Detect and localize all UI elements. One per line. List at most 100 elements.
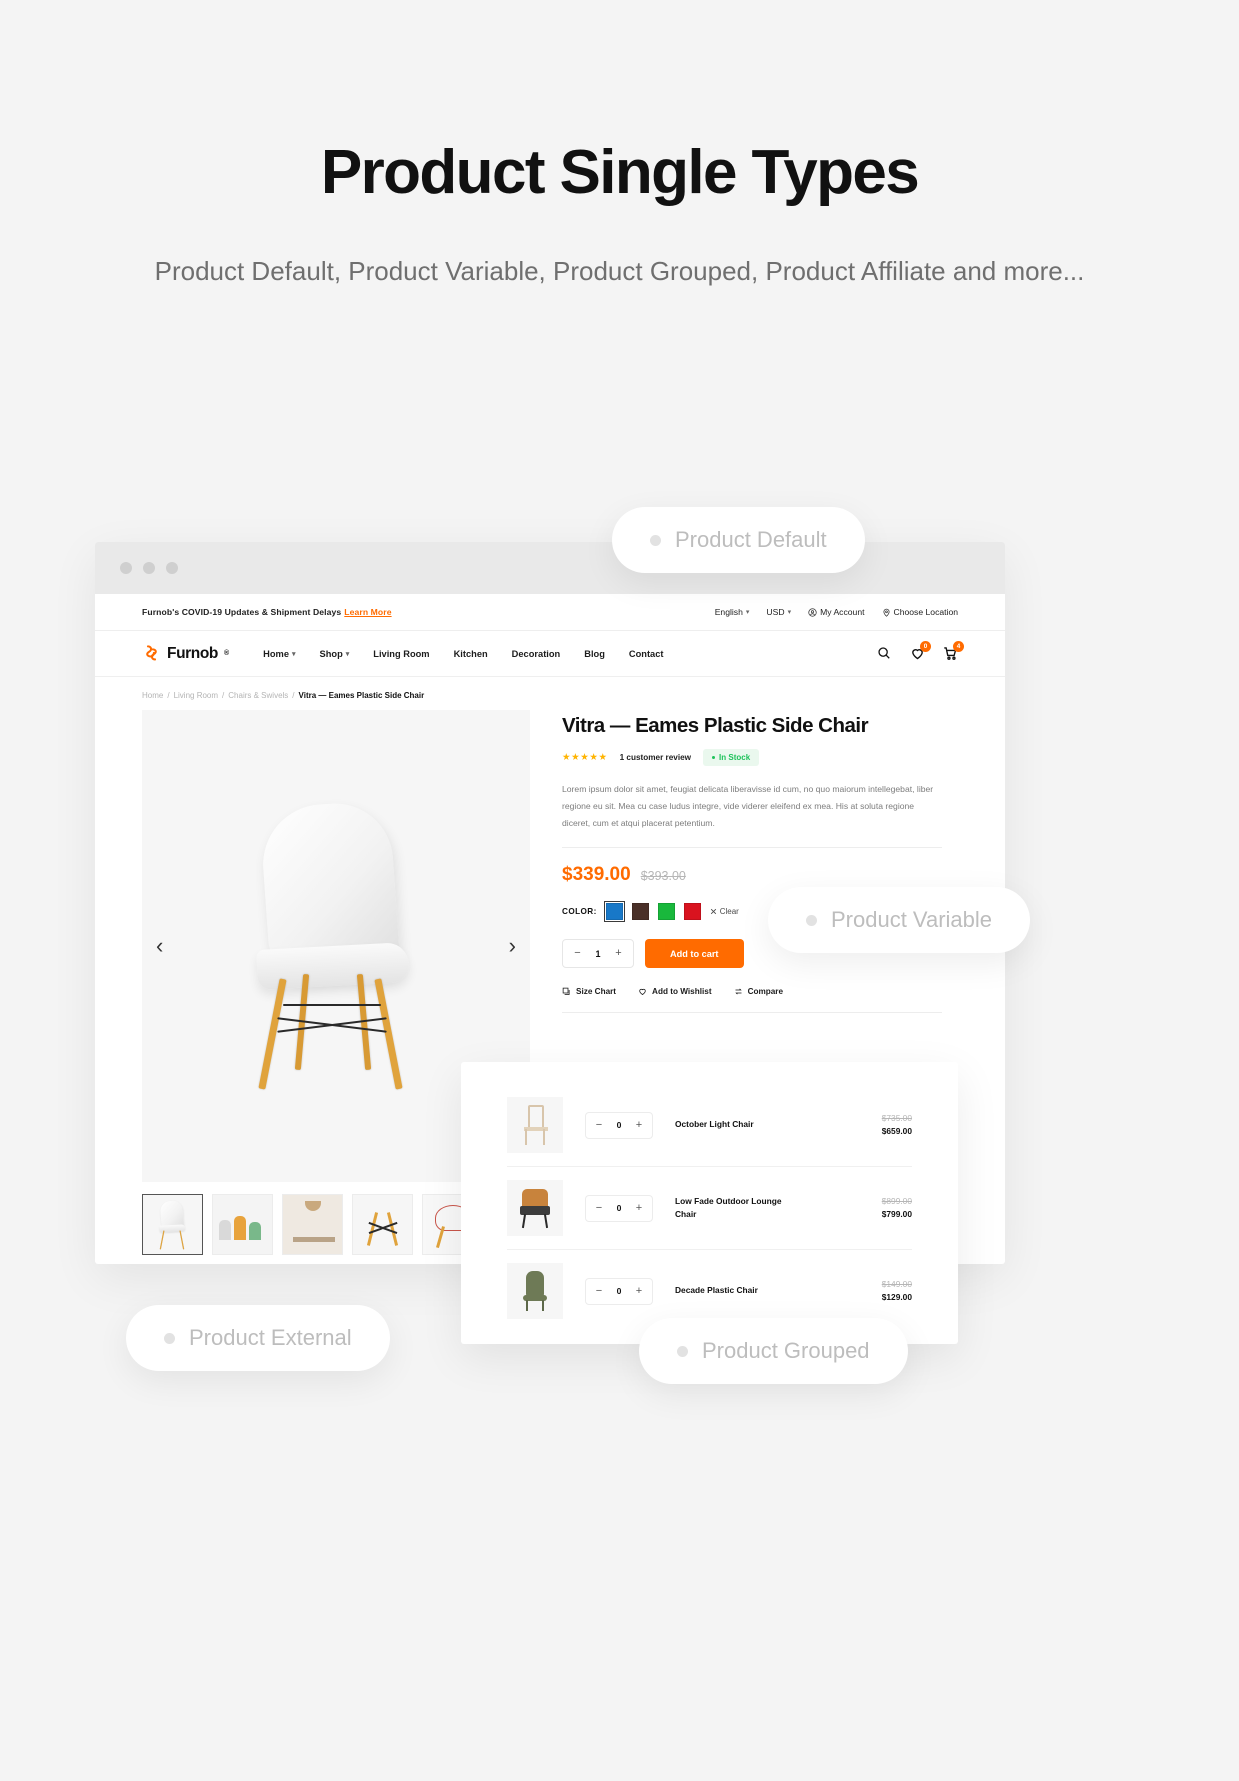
grouped-product-price: $149.00 $129.00: [882, 1278, 912, 1303]
window-maximize-dot[interactable]: [166, 562, 178, 574]
color-swatch-red[interactable]: [683, 903, 701, 921]
color-swatch-blue[interactable]: [603, 900, 626, 923]
quantity-increase-button[interactable]: +: [609, 948, 628, 959]
label-pill-product-external[interactable]: Product External: [126, 1305, 390, 1371]
currency-selector[interactable]: USD ▾: [766, 607, 791, 617]
compare-button[interactable]: Compare: [734, 987, 784, 997]
nav-label: Home: [263, 648, 289, 659]
clear-color-button[interactable]: Clear: [710, 907, 739, 916]
gallery-prev-arrow[interactable]: ‹: [156, 935, 163, 957]
my-account-label: My Account: [820, 607, 865, 617]
breadcrumb: Home / Living Room / Chairs & Swivels / Vitra …: [95, 677, 1005, 710]
language-selector[interactable]: English ▾: [715, 607, 750, 617]
grouped-product-name[interactable]: October Light Chair: [675, 1118, 803, 1131]
grouped-product-price: $735.00 $659.00: [882, 1112, 912, 1137]
gallery-thumbnail[interactable]: [282, 1194, 343, 1255]
nav-item-home[interactable]: Home ▾: [263, 649, 295, 659]
pill-label: Product Default: [675, 527, 827, 552]
breadcrumb-item-home[interactable]: Home: [142, 691, 163, 700]
gallery-thumbnail[interactable]: [352, 1194, 413, 1255]
grouped-quantity-stepper: − 0 +: [585, 1111, 653, 1139]
window-minimize-dot[interactable]: [143, 562, 155, 574]
grouped-price-original: $149.00: [881, 1279, 912, 1290]
compare-label: Compare: [747, 987, 784, 997]
grouped-product-thumbnail[interactable]: [507, 1097, 563, 1153]
grouped-quantity-value[interactable]: 0: [608, 1286, 630, 1296]
language-label: English: [714, 607, 743, 617]
price-current: $339.00: [562, 864, 631, 886]
breadcrumb-item-living-room[interactable]: Living Room: [174, 691, 218, 700]
breadcrumb-item-chairs[interactable]: Chairs & Swivels: [228, 691, 288, 700]
size-chart-button[interactable]: Size Chart: [562, 987, 616, 996]
choose-location-link[interactable]: Choose Location: [882, 607, 958, 617]
label-pill-product-default[interactable]: Product Default: [612, 507, 865, 573]
search-icon[interactable]: [877, 646, 892, 661]
clear-label: Clear: [719, 907, 739, 917]
grouped-quantity-value[interactable]: 0: [608, 1120, 630, 1130]
learn-more-link[interactable]: Learn More: [344, 607, 391, 617]
nav-item-living-room[interactable]: Living Room: [373, 649, 429, 659]
rating-stars: ★★★★★: [562, 752, 608, 763]
grouped-quantity-increase[interactable]: +: [630, 1285, 648, 1297]
page-subtitle: Product Default, Product Variable, Produ…: [154, 256, 1085, 287]
my-account-link[interactable]: My Account: [808, 607, 865, 617]
add-to-wishlist-label: Add to Wishlist: [652, 987, 712, 997]
window-close-dot[interactable]: [120, 562, 132, 574]
quantity-value[interactable]: 1: [587, 949, 609, 959]
page-title: Product Single Types: [320, 138, 920, 207]
product-meta: ★★★★★ 1 customer review In Stock: [562, 749, 958, 766]
product-action-links: Size Chart Add to Wishlist Compare: [562, 987, 942, 1014]
nav-item-decoration[interactable]: Decoration: [512, 649, 561, 659]
review-count-link[interactable]: 1 customer review: [620, 753, 691, 762]
grouped-price-original: $899.00: [881, 1196, 912, 1207]
quantity-decrease-button[interactable]: −: [568, 948, 587, 959]
grouped-quantity-decrease[interactable]: −: [590, 1285, 608, 1297]
pill-dot-icon: [164, 1332, 175, 1344]
grouped-price-current: $659.00: [881, 1126, 912, 1136]
add-to-cart-button[interactable]: Add to cart: [645, 939, 744, 969]
grouped-quantity-decrease[interactable]: −: [590, 1119, 608, 1131]
breadcrumb-separator: /: [292, 691, 295, 700]
gallery-thumbnail[interactable]: [212, 1194, 273, 1255]
size-chart-label: Size Chart: [576, 987, 617, 997]
label-pill-product-grouped[interactable]: Product Grouped: [639, 1318, 908, 1384]
heart-icon: [639, 989, 646, 996]
status-badge: In Stock: [703, 749, 760, 766]
page-root: Product Single Types Product Default, Pr…: [0, 0, 1239, 1781]
nav-item-blog[interactable]: Blog: [584, 649, 605, 659]
product-title: Vitra — Eames Plastic Side Chair: [562, 714, 869, 737]
color-label: COLOR:: [562, 907, 597, 917]
pill-dot-icon: [806, 914, 817, 926]
grouped-quantity-increase[interactable]: +: [630, 1119, 648, 1131]
grouped-price-current: $799.00: [881, 1209, 912, 1219]
gallery-thumbnail[interactable]: [142, 1194, 203, 1255]
grouped-product-name[interactable]: Low Fade Outdoor Lounge Chair: [675, 1195, 803, 1221]
add-to-wishlist-button[interactable]: Add to Wishlist: [638, 987, 712, 996]
wishlist-icon[interactable]: 0: [910, 641, 931, 661]
stock-label: In Stock: [719, 753, 751, 762]
gallery-next-arrow[interactable]: ›: [509, 935, 516, 957]
cart-icon[interactable]: 4: [943, 641, 964, 661]
grouped-price-original: $735.00: [881, 1113, 912, 1124]
grouped-product-thumbnail[interactable]: [507, 1180, 563, 1236]
grouped-quantity-decrease[interactable]: −: [590, 1202, 608, 1214]
nav-item-kitchen[interactable]: Kitchen: [454, 649, 488, 659]
grouped-quantity-stepper: − 0 +: [585, 1194, 653, 1222]
grouped-product-name[interactable]: Decade Plastic Chair: [675, 1284, 803, 1297]
grouped-quantity-value[interactable]: 0: [608, 1203, 630, 1213]
grouped-quantity-increase[interactable]: +: [630, 1202, 648, 1214]
cart-count-badge: 4: [953, 641, 964, 652]
color-swatch-brown[interactable]: [631, 903, 649, 921]
grouped-quantity-stepper: − 0 +: [585, 1277, 653, 1305]
product-price: $339.00 $393.00: [562, 864, 958, 886]
compare-icon: [734, 988, 742, 995]
grouped-product-thumbnail[interactable]: [507, 1263, 563, 1319]
brand-logo[interactable]: Furnob ®: [142, 644, 229, 663]
wishlist-count-badge: 0: [920, 641, 931, 652]
nav-item-shop[interactable]: Shop ▾: [320, 649, 350, 659]
nav-item-contact[interactable]: Contact: [629, 649, 664, 659]
grouped-price-current: $129.00: [881, 1292, 912, 1302]
label-pill-product-variable[interactable]: Product Variable: [768, 887, 1031, 953]
pill-label: Product External: [189, 1325, 352, 1350]
color-swatch-green[interactable]: [657, 903, 675, 921]
